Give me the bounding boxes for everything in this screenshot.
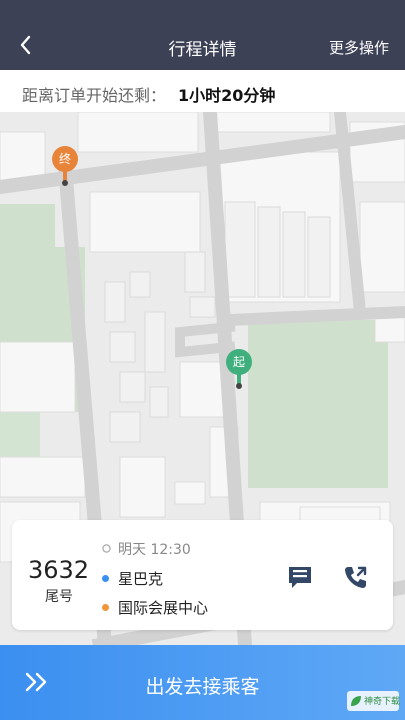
dropoff-location: 国际会展中心 <box>118 599 209 617</box>
phone-icon[interactable] <box>343 564 369 590</box>
pickup-location: 星巴克 <box>118 570 164 588</box>
top-bar: 行程详情 更多操作 <box>0 0 405 70</box>
park-area <box>248 320 388 488</box>
end-pin[interactable]: 终 <box>52 146 78 186</box>
watermark-text: 神奇下载 <box>364 697 401 707</box>
countdown-bar: 距离订单开始还剩： 1小时20分钟 <box>0 70 405 112</box>
message-icon[interactable] <box>287 564 313 590</box>
pickup-dot <box>102 575 109 582</box>
watermark: 神奇下载 <box>347 691 401 711</box>
countdown-label: 距离订单开始还剩： <box>22 86 167 105</box>
depart-to-pickup-button[interactable]: 出发去接乘客 神奇下载 <box>0 645 405 720</box>
dropoff-dot <box>102 604 109 611</box>
start-pin-base <box>236 383 242 389</box>
depart-button-label: 出发去接乘客 <box>145 676 260 698</box>
tail-number-label: 尾号 <box>45 589 73 605</box>
countdown-value: 1小时20分钟 <box>178 86 276 105</box>
start-pin[interactable]: 起 <box>226 349 252 389</box>
end-pin-base <box>62 180 68 186</box>
trip-time: 明天 12:30 <box>118 542 191 558</box>
tail-number: 3632 <box>28 556 90 584</box>
watermark-leaf-icon <box>351 696 361 706</box>
trip-card: 3632 尾号 明天 12:30 星巴克 国际会展中心 <box>12 520 393 630</box>
clock-icon <box>102 544 111 553</box>
more-actions-button[interactable]: 更多操作 <box>329 37 389 58</box>
